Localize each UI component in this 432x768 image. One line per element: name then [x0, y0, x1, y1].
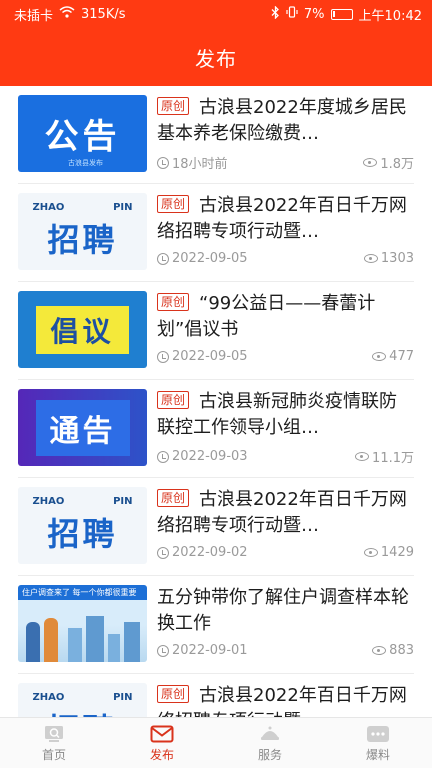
article-title: 原创古浪县2022年百日千万网络招聘专项行动暨…: [157, 195, 407, 242]
article-time: 2022-09-02: [157, 545, 248, 560]
article-views: 1429: [363, 545, 414, 560]
article-views: 883: [372, 643, 414, 658]
clock-icon: [157, 644, 169, 657]
eye-icon: [372, 352, 387, 361]
status-bar: 未插卡 315K/s 7% 上午10:42: [0, 0, 432, 28]
clock-icon: [157, 252, 169, 265]
vibrate-icon: [286, 6, 298, 22]
bluetooth-icon: [271, 4, 280, 23]
original-tag: 原创: [157, 97, 190, 115]
original-tag: 原创: [157, 293, 190, 311]
article-time: 2022-09-05: [157, 349, 248, 364]
article-views: 477: [372, 349, 414, 364]
eye-icon: [355, 452, 370, 461]
list-item[interactable]: ZHAOPIN 招聘 原创古浪县2022年百日千万网络招聘专项行动暨…: [18, 674, 414, 717]
chat-icon: [366, 724, 390, 744]
article-views: 1.8万: [363, 153, 414, 172]
tab-label: 首页: [41, 747, 66, 762]
thumbnail-text: 倡议: [36, 305, 129, 354]
battery-icon: [330, 8, 353, 20]
list-item[interactable]: 倡议 原创 “99公益日——春蕾计划”倡议书 2022-09-05 477: [18, 282, 414, 380]
article-views: 11.1万: [355, 447, 414, 466]
original-tag: 原创: [157, 391, 190, 409]
article-title: 原创古浪县2022年百日千万网络招聘专项行动暨…: [157, 489, 407, 536]
article-thumbnail: 通告: [18, 389, 147, 466]
list-item[interactable]: 通告 原创 古浪县新冠肺炎疫情联防联控工作领导小组… 2022-09-03 11.…: [18, 380, 414, 478]
battery-level: 7%: [303, 6, 325, 22]
tab-publish[interactable]: 发布: [108, 718, 216, 768]
thumbnail-text: 住户调查来了 每一个你都很重要: [18, 585, 147, 600]
tab-label: 发布: [149, 747, 174, 762]
article-thumbnail: 倡议: [18, 291, 147, 368]
mail-icon: [150, 724, 174, 744]
wifi-icon: [59, 6, 75, 22]
article-title: 原创 古浪县新冠肺炎疫情联防联控工作领导小组…: [157, 391, 398, 438]
article-thumbnail: 公告 古浪县发布: [18, 95, 147, 172]
clock-icon: [157, 156, 169, 169]
article-thumbnail: ZHAOPIN 招聘: [18, 193, 147, 270]
tab-service[interactable]: 服务: [216, 718, 324, 768]
tab-report[interactable]: 爆料: [324, 718, 432, 768]
article-time: 2022-09-03: [157, 447, 248, 466]
article-thumbnail: ZHAOPIN 招聘: [18, 683, 147, 717]
clock-icon: [157, 546, 169, 559]
network-speed: 315K/s: [81, 6, 126, 22]
article-time: 2022-09-01: [157, 643, 248, 658]
eye-icon: [363, 254, 378, 263]
bottom-tab-bar: 首页 发布 服务 爆料: [0, 717, 432, 768]
original-tag: 原创: [157, 195, 190, 213]
article-thumbnail: ZHAOPIN 招聘: [18, 487, 147, 564]
article-title: 原创古浪县2022年百日千万网络招聘专项行动暨…: [157, 683, 414, 717]
service-icon: [258, 724, 282, 744]
clock-icon: [157, 350, 169, 363]
thumbnail-text: 公告: [44, 117, 121, 157]
clock-icon: [157, 450, 169, 463]
article-time: 2022-09-05: [157, 251, 248, 266]
thumbnail-text: 通告: [35, 399, 130, 456]
tab-home[interactable]: 首页: [0, 718, 108, 768]
clock: 上午10:42: [358, 8, 422, 24]
page-title: 发布: [195, 46, 237, 71]
title-bar: 发布: [0, 28, 432, 86]
tab-label: 爆料: [365, 747, 390, 762]
eye-icon: [363, 158, 378, 167]
list-item[interactable]: ZHAO PIN 招聘 原创 古浪县2022年百日千万网络招聘专项行动暨… 2022…: [18, 478, 414, 576]
home-icon: [42, 724, 66, 744]
article-title: 原创 “99公益日——春蕾计划”倡议书: [157, 293, 376, 340]
article-time: 18小时前: [157, 153, 228, 172]
article-list[interactable]: 公告 古浪县发布 原创 古浪县2022年度城乡居民基本养老保险缴费… 18小时前 …: [0, 86, 432, 717]
original-tag: 原创: [157, 685, 190, 703]
article-title: 原创 古浪县2022年度城乡居民基本养老保险缴费…: [157, 97, 407, 144]
tab-label: 服务: [257, 747, 282, 762]
eye-icon: [372, 646, 387, 655]
thumbnail-text: 招聘: [47, 221, 118, 259]
list-item[interactable]: ZHAO PIN 招聘 原创 古浪县2022年百日千万网络招聘专项行动暨… 2022…: [18, 184, 414, 282]
thumbnail-text: 招聘: [47, 705, 117, 717]
eye-icon: [363, 548, 378, 557]
sim-status: 未插卡: [14, 8, 54, 24]
thumbnail-subtext: 古浪县发布: [68, 159, 103, 167]
list-item[interactable]: 住户调查来了 每一个你都很重要 五分钟带你了解住户调查样本轮换工作 2022-0…: [18, 576, 414, 674]
article-thumbnail: 住户调查来了 每一个你都很重要: [18, 585, 147, 662]
thumbnail-text: 招聘: [47, 515, 118, 553]
article-views: 1303: [363, 251, 414, 266]
article-title: 五分钟带你了解住户调查样本轮换工作: [157, 587, 409, 634]
original-tag: 原创: [157, 489, 190, 507]
list-item[interactable]: 公告 古浪县发布 原创 古浪县2022年度城乡居民基本养老保险缴费… 18小时前 …: [18, 86, 414, 184]
